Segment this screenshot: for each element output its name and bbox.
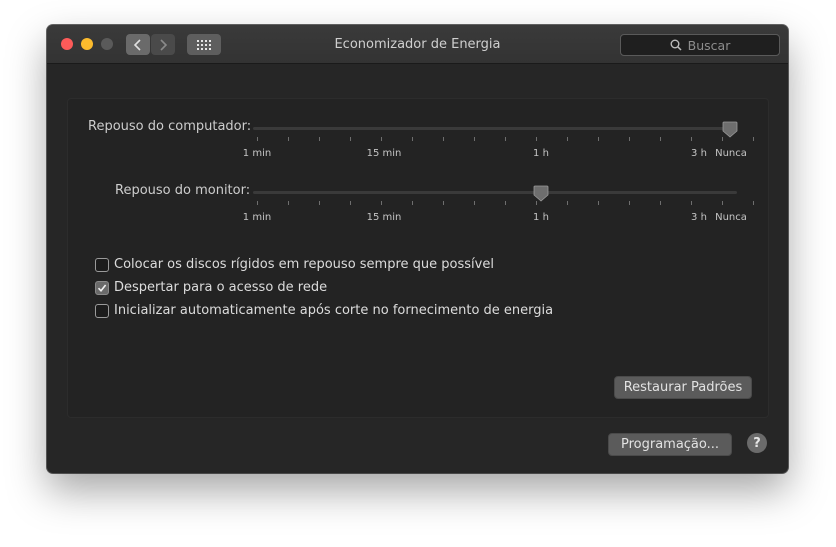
- disk-sleep-label: Colocar os discos rígidos em repouso sem…: [114, 257, 494, 272]
- slider-tick: [567, 137, 568, 141]
- slider-tick: [257, 201, 258, 205]
- slider-tick: [381, 137, 382, 141]
- option-disk-sleep[interactable]: Colocar os discos rígidos em repouso sem…: [95, 257, 494, 272]
- slider-tick: [412, 201, 413, 205]
- help-button[interactable]: ?: [747, 433, 767, 453]
- auto-restart-label: Inicializar automaticamente após corte n…: [114, 303, 554, 318]
- slider-tick: [381, 201, 382, 205]
- schedule-button[interactable]: Programação...: [608, 433, 732, 456]
- tick-label: 1 min: [242, 148, 272, 159]
- preferences-window: Economizador de Energia Buscar MacMagazi…: [47, 25, 788, 473]
- slider-tick: [474, 201, 475, 205]
- tick-label: Nunca: [715, 212, 747, 223]
- slider-tick: [629, 201, 630, 205]
- tick-label: 1 h: [533, 148, 549, 159]
- slider-tick: [412, 137, 413, 141]
- slider-tick: [629, 137, 630, 141]
- computer-sleep-thumb[interactable]: [722, 121, 738, 138]
- title-bar: Economizador de Energia Buscar: [47, 25, 788, 64]
- option-auto-restart[interactable]: Inicializar automaticamente após corte n…: [95, 303, 553, 318]
- restore-defaults-button[interactable]: Restaurar Padrões: [614, 376, 752, 399]
- slider-tick: [753, 137, 754, 141]
- slider-tick: [288, 137, 289, 141]
- slider-tick: [722, 201, 723, 205]
- display-sleep-slider[interactable]: [253, 191, 737, 194]
- slider-tick: [505, 137, 506, 141]
- slider-tick: [536, 137, 537, 141]
- slider-tick: [319, 201, 320, 205]
- slider-tick: [505, 201, 506, 205]
- search-icon: [670, 39, 682, 51]
- slider-tick: [691, 137, 692, 141]
- slider-tick: [691, 201, 692, 205]
- slider-tick: [598, 201, 599, 205]
- tick-label: 15 min: [366, 148, 402, 159]
- slider-tick: [443, 137, 444, 141]
- tick-label: 1 min: [242, 212, 272, 223]
- slider-tick: [660, 137, 661, 141]
- slider-tick: [567, 201, 568, 205]
- tick-label: 15 min: [366, 212, 402, 223]
- tick-label: Nunca: [715, 148, 747, 159]
- checkmark-icon: [97, 284, 107, 292]
- slider-tick: [443, 201, 444, 205]
- slider-tick: [257, 137, 258, 141]
- slider-tick: [350, 201, 351, 205]
- slider-tick: [474, 137, 475, 141]
- slider-tick: [660, 201, 661, 205]
- option-wake-network[interactable]: Despertar para o acesso de rede: [95, 280, 327, 295]
- search-field[interactable]: Buscar: [620, 34, 780, 56]
- computer-sleep-slider[interactable]: [253, 127, 737, 130]
- slider-tick: [288, 201, 289, 205]
- wake-network-label: Despertar para o acesso de rede: [114, 280, 328, 295]
- disk-sleep-checkbox[interactable]: [95, 257, 109, 272]
- search-placeholder: Buscar: [687, 37, 731, 53]
- tick-label: 1 h: [533, 212, 549, 223]
- slider-tick: [350, 137, 351, 141]
- slider-tick: [319, 137, 320, 141]
- slider-tick: [598, 137, 599, 141]
- tick-label: 3 h: [691, 148, 707, 159]
- display-sleep-label: Repouso do monitor:: [115, 183, 251, 198]
- tick-label: 3 h: [691, 212, 707, 223]
- wake-network-checkbox[interactable]: [95, 280, 109, 295]
- auto-restart-checkbox[interactable]: [95, 303, 109, 318]
- slider-tick: [753, 201, 754, 205]
- computer-sleep-label: Repouso do computador:: [88, 119, 252, 134]
- display-sleep-thumb[interactable]: [533, 185, 549, 202]
